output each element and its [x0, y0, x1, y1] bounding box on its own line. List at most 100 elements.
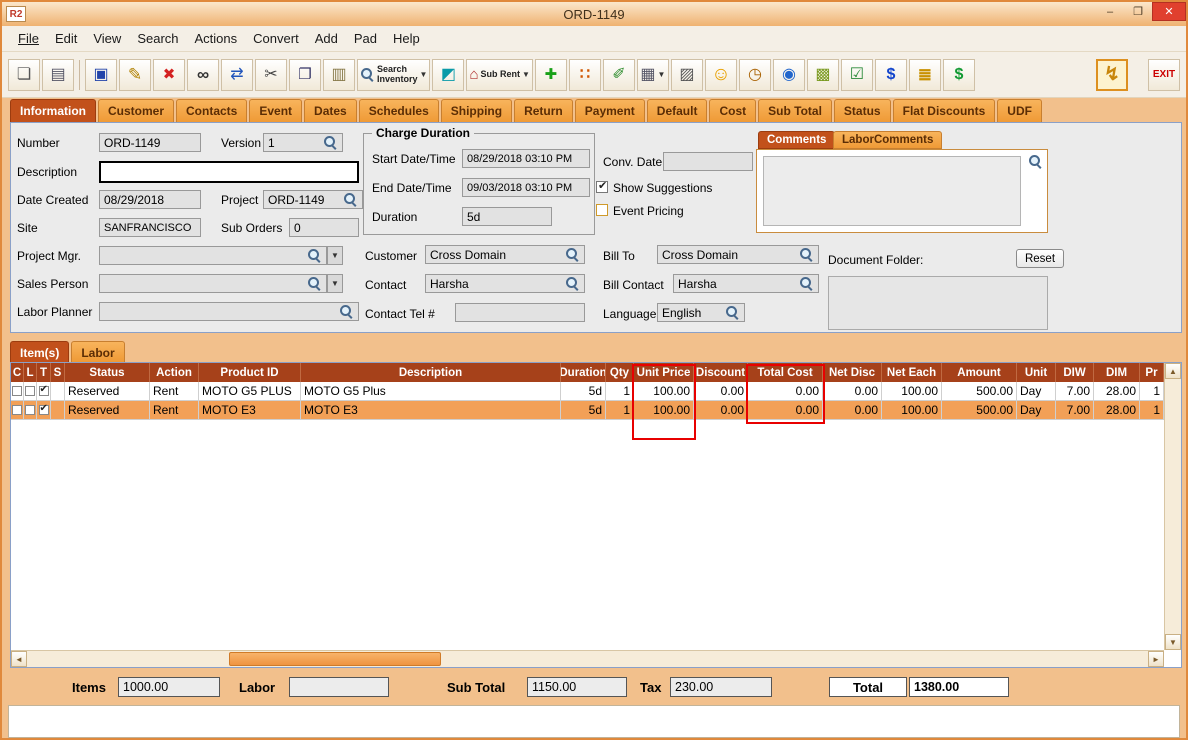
reset-button[interactable]: Reset [1016, 249, 1064, 268]
print-button[interactable]: ▤ [42, 59, 74, 91]
tab-return[interactable]: Return [514, 99, 573, 122]
description-field[interactable] [99, 161, 359, 183]
document-folder-box[interactable] [828, 276, 1048, 330]
version-search-icon[interactable] [323, 135, 338, 150]
col-status[interactable]: Status [65, 363, 150, 382]
tab-udf[interactable]: UDF [997, 99, 1042, 122]
dollar-transfer-button[interactable]: $ [875, 59, 907, 91]
menu-pad[interactable]: Pad [346, 28, 385, 49]
bill-to-search-icon[interactable] [799, 247, 814, 262]
kit-button[interactable]: ∷ [569, 59, 601, 91]
check-pad-button[interactable]: ☑ [841, 59, 873, 91]
col-net-each[interactable]: Net Each [882, 363, 942, 382]
bill-contact-search-icon[interactable] [799, 276, 814, 291]
table-row-selected[interactable]: Reserved Rent MOTO E3 MOTO E3 5d 1 100.0… [11, 401, 1164, 420]
scroll-down-button[interactable]: ▼ [1165, 634, 1181, 650]
schedule-button[interactable]: ◷ [739, 59, 771, 91]
tab-customer[interactable]: Customer [98, 99, 174, 122]
globe-button[interactable]: ◉ [773, 59, 805, 91]
chevron-down-icon[interactable]: ▼ [420, 70, 428, 79]
tab-cost[interactable]: Cost [709, 99, 756, 122]
scrollbar-thumb[interactable] [229, 652, 441, 666]
menu-convert[interactable]: Convert [245, 28, 307, 49]
labor-planner-search-icon[interactable] [339, 304, 354, 319]
comments-box[interactable] [756, 149, 1048, 233]
label-print-button[interactable]: ▨ [671, 59, 703, 91]
sales-person-search-icon[interactable] [307, 276, 322, 291]
money-stack-button[interactable]: ≣ [909, 59, 941, 91]
minimize-button[interactable]: – [1096, 2, 1124, 21]
col-s[interactable]: S [51, 363, 65, 382]
items-total-field[interactable]: 1000.00 [118, 677, 220, 697]
col-unit[interactable]: Unit [1017, 363, 1056, 382]
row-checkbox-c[interactable] [12, 386, 22, 396]
tab-comments[interactable]: Comments [758, 131, 835, 149]
col-diw[interactable]: DIW [1056, 363, 1094, 382]
cut-button[interactable]: ✂ [255, 59, 287, 91]
close-button[interactable]: ✕ [1152, 2, 1186, 21]
col-dim[interactable]: DIM [1094, 363, 1140, 382]
project-search-icon[interactable] [343, 192, 358, 207]
paste-button[interactable]: ▥ [323, 59, 355, 91]
menu-add[interactable]: Add [307, 28, 346, 49]
row-checkbox-t[interactable] [39, 386, 49, 396]
customer-field[interactable]: Cross Domain [425, 245, 585, 264]
bill-contact-field[interactable]: Harsha [673, 274, 819, 293]
cube-button[interactable]: ▩ [807, 59, 839, 91]
contact-search-icon[interactable] [565, 276, 580, 291]
conv-date-field[interactable] [663, 152, 753, 171]
grid-view-button[interactable]: ▦ ▼ [637, 59, 669, 91]
maximize-button[interactable]: ❐ [1124, 2, 1152, 21]
labor-planner-field[interactable] [99, 302, 359, 321]
tab-labor[interactable]: Labor [71, 341, 124, 362]
tab-dates[interactable]: Dates [304, 99, 357, 122]
duration-field[interactable]: 5d [462, 207, 552, 226]
comments-search-icon[interactable] [1028, 154, 1043, 169]
bill-to-field[interactable]: Cross Domain [657, 245, 819, 264]
horizontal-scrollbar[interactable]: ◄ ► [11, 650, 1164, 667]
project-mgr-search-icon[interactable] [307, 248, 322, 263]
chevron-down-icon[interactable]: ▼ [658, 70, 666, 79]
row-checkbox-c[interactable] [12, 405, 22, 415]
menu-search[interactable]: Search [129, 28, 186, 49]
menu-file[interactable]: File [10, 28, 47, 49]
search-inventory-button[interactable]: Search Inventory ▼ [357, 59, 430, 91]
scroll-right-button[interactable]: ► [1148, 651, 1164, 667]
customer-search-icon[interactable] [565, 247, 580, 262]
project-mgr-field[interactable] [99, 246, 327, 265]
end-datetime-field[interactable]: 09/03/2018 03:10 PM [462, 178, 590, 197]
table-row[interactable]: Reserved Rent MOTO G5 PLUS MOTO G5 Plus … [11, 382, 1164, 401]
tab-default[interactable]: Default [647, 99, 708, 122]
menu-view[interactable]: View [85, 28, 129, 49]
delete-button[interactable]: ✖ [153, 59, 185, 91]
fill-import-button[interactable]: ◩ [432, 59, 464, 91]
col-c[interactable]: C [11, 363, 24, 382]
copy-button[interactable]: ❐ [289, 59, 321, 91]
tab-status[interactable]: Status [834, 99, 891, 122]
project-mgr-dropdown[interactable]: ▼ [327, 246, 343, 265]
total-field[interactable]: 1380.00 [909, 677, 1009, 697]
find-button[interactable]: ∞ [187, 59, 219, 91]
tab-event[interactable]: Event [249, 99, 302, 122]
tab-information[interactable]: Information [10, 99, 96, 122]
site-field[interactable]: SANFRANCISCO [99, 218, 201, 237]
col-action[interactable]: Action [150, 363, 199, 382]
sub-rent-button[interactable]: ⌂ Sub Rent ▼ [466, 59, 532, 91]
col-duration[interactable]: Duration [561, 363, 606, 382]
row-checkbox-t[interactable] [39, 405, 49, 415]
col-qty[interactable]: Qty [606, 363, 634, 382]
event-pricing-checkbox[interactable] [596, 204, 608, 216]
chevron-down-icon[interactable]: ▼ [522, 70, 530, 79]
transfer-document-button[interactable]: ⇄ [221, 59, 253, 91]
smiley-button[interactable]: ☺ [705, 59, 737, 91]
tab-shipping[interactable]: Shipping [441, 99, 512, 122]
contact-tel-field[interactable] [455, 303, 585, 322]
tab-schedules[interactable]: Schedules [359, 99, 439, 122]
tab-items[interactable]: Item(s) [10, 341, 69, 362]
col-amount[interactable]: Amount [942, 363, 1017, 382]
sales-person-field[interactable] [99, 274, 327, 293]
labor-total-field[interactable] [289, 677, 389, 697]
tab-sub-total[interactable]: Sub Total [758, 99, 832, 122]
col-pr[interactable]: Pr [1140, 363, 1164, 382]
row-checkbox-l[interactable] [25, 405, 35, 415]
